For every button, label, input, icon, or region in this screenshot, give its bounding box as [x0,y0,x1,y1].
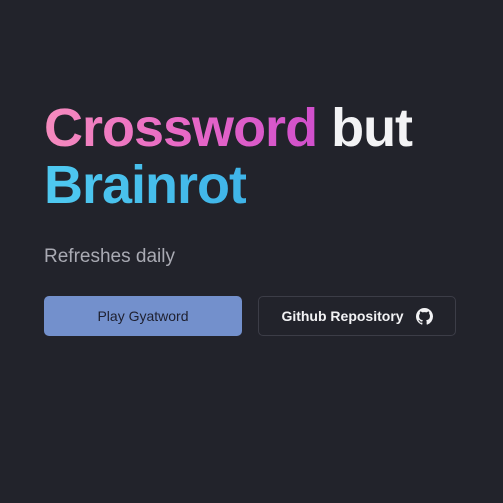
title-word-brainrot: Brainrot [44,155,247,215]
github-button-label: Github Repository [281,308,404,324]
play-button[interactable]: Play Gyatword [44,296,242,336]
play-button-label: Play Gyatword [97,308,189,324]
title-line-2: Brainrot [44,157,464,214]
tagline: Refreshes daily [44,246,175,267]
title-word-crossword: Crossword [44,98,318,158]
github-repository-button[interactable]: Github Repository [258,296,456,336]
title-word-but: but [331,98,413,158]
page-title: Crossword but Brainrot [44,100,464,214]
github-icon [415,307,433,325]
title-line-1: Crossword but [44,100,464,157]
hero: Crossword but Brainrot [44,100,464,214]
